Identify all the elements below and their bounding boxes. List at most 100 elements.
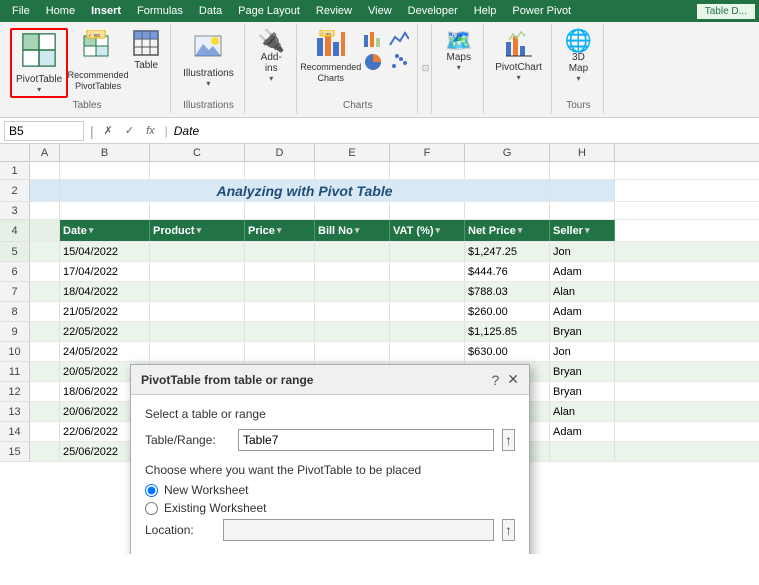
rownum-5[interactable]: 5 bbox=[0, 242, 30, 262]
cell-6-seller[interactable]: Adam bbox=[550, 262, 615, 281]
col-header-D[interactable]: D bbox=[245, 144, 315, 161]
table-range-input[interactable] bbox=[238, 429, 494, 451]
col-header-C[interactable]: C bbox=[150, 144, 245, 161]
col-header-H[interactable]: H bbox=[550, 144, 615, 161]
rownum-9[interactable]: 9 bbox=[0, 322, 30, 342]
recommended-pivottables-button[interactable]: ✓ rec RecommendedPivotTables bbox=[72, 28, 124, 94]
rownum-2[interactable]: 2 bbox=[0, 180, 30, 202]
cell-15-A[interactable] bbox=[30, 442, 60, 461]
cell-9-billno[interactable] bbox=[315, 322, 390, 341]
location-input[interactable] bbox=[223, 519, 494, 541]
rownum-4[interactable]: 4 bbox=[0, 220, 30, 242]
addins-button[interactable]: 🔌 Add-ins ▾ bbox=[253, 28, 289, 85]
header-vat[interactable]: VAT (%) ▾ bbox=[390, 220, 465, 241]
cell-5-netprice[interactable]: $1,247.25 bbox=[465, 242, 550, 261]
cell-1-H[interactable] bbox=[550, 162, 615, 179]
dialog-close-button[interactable]: ✕ bbox=[507, 371, 519, 388]
col-header-E[interactable]: E bbox=[315, 144, 390, 161]
rownum-15[interactable]: 15 bbox=[0, 442, 30, 462]
cell-6-vat[interactable] bbox=[390, 262, 465, 281]
cell-3-D[interactable] bbox=[245, 202, 315, 219]
cell-6-price[interactable] bbox=[245, 262, 315, 281]
cell-2-A[interactable] bbox=[30, 180, 60, 201]
menu-developer[interactable]: Developer bbox=[400, 3, 466, 19]
cell-13-A[interactable] bbox=[30, 402, 60, 421]
cell-10-vat[interactable] bbox=[390, 342, 465, 361]
charts-launcher[interactable]: ⊡ bbox=[420, 24, 433, 113]
menu-data[interactable]: Data bbox=[191, 3, 230, 19]
rownum-1[interactable]: 1 bbox=[0, 162, 30, 180]
menu-help[interactable]: Help bbox=[466, 3, 505, 19]
cell-7-seller[interactable]: Alan bbox=[550, 282, 615, 301]
cell-7-price[interactable] bbox=[245, 282, 315, 301]
cell-9-product[interactable] bbox=[150, 322, 245, 341]
header-price[interactable]: Price ▾ bbox=[245, 220, 315, 241]
menu-review[interactable]: Review bbox=[308, 3, 360, 19]
cell-14-seller[interactable]: Adam bbox=[550, 422, 615, 441]
cell-9-price[interactable] bbox=[245, 322, 315, 341]
cell-14-A[interactable] bbox=[30, 422, 60, 441]
cell-9-netprice[interactable]: $1,125.85 bbox=[465, 322, 550, 341]
header-date[interactable]: Date ▾ bbox=[60, 220, 150, 241]
cell-3-B[interactable] bbox=[60, 202, 150, 219]
cell-6-product[interactable] bbox=[150, 262, 245, 281]
cell-2-H[interactable] bbox=[550, 180, 615, 201]
cell-10-date[interactable]: 24/05/2022 bbox=[60, 342, 150, 361]
cell-5-date[interactable]: 15/04/2022 bbox=[60, 242, 150, 261]
cell-7-A[interactable] bbox=[30, 282, 60, 301]
cell-10-price[interactable] bbox=[245, 342, 315, 361]
cell-13-seller[interactable]: Alan bbox=[550, 402, 615, 421]
cell-6-netprice[interactable]: $444.76 bbox=[465, 262, 550, 281]
col-header-A[interactable]: A bbox=[30, 144, 60, 161]
cell-10-seller[interactable]: Jon bbox=[550, 342, 615, 361]
existing-worksheet-radio[interactable] bbox=[145, 502, 158, 515]
cell-10-product[interactable] bbox=[150, 342, 245, 361]
new-worksheet-radio[interactable] bbox=[145, 484, 158, 497]
cell-8-price[interactable] bbox=[245, 302, 315, 321]
menu-table-tab[interactable]: Table D... bbox=[697, 4, 755, 19]
illustrations-button[interactable]: Illustrations ▾ bbox=[179, 28, 238, 90]
menu-view[interactable]: View bbox=[360, 3, 400, 19]
cell-10-A[interactable] bbox=[30, 342, 60, 361]
location-picker-icon[interactable]: ↑ bbox=[502, 519, 515, 541]
cell-3-G[interactable] bbox=[465, 202, 550, 219]
cell-1-E[interactable] bbox=[315, 162, 390, 179]
cell-9-vat[interactable] bbox=[390, 322, 465, 341]
pivottable-button[interactable]: PivotTable ▾ bbox=[10, 28, 68, 98]
confirm-formula-icon[interactable]: ✓ bbox=[121, 124, 138, 137]
col-header-B[interactable]: B bbox=[60, 144, 150, 161]
menu-file[interactable]: File bbox=[4, 3, 38, 19]
cell-8-billno[interactable] bbox=[315, 302, 390, 321]
cell-7-netprice[interactable]: $788.03 bbox=[465, 282, 550, 301]
pie-chart-button[interactable] bbox=[361, 52, 385, 72]
header-seller[interactable]: Seller ▾ bbox=[550, 220, 615, 241]
cell-6-billno[interactable] bbox=[315, 262, 390, 281]
bar-chart-button[interactable] bbox=[361, 30, 385, 50]
cell-7-date[interactable]: 18/04/2022 bbox=[60, 282, 150, 301]
cell-1-D[interactable] bbox=[245, 162, 315, 179]
cell-5-A[interactable] bbox=[30, 242, 60, 261]
menu-formulas[interactable]: Formulas bbox=[129, 3, 191, 19]
header-product[interactable]: Product ▾ bbox=[150, 220, 245, 241]
line-chart-button[interactable] bbox=[387, 30, 411, 50]
cancel-formula-icon[interactable]: ✗ bbox=[100, 124, 117, 137]
header-netprice[interactable]: Net Price ▾ bbox=[465, 220, 550, 241]
cell-5-billno[interactable] bbox=[315, 242, 390, 261]
cell-1-G[interactable] bbox=[465, 162, 550, 179]
rownum-6[interactable]: 6 bbox=[0, 262, 30, 282]
cell-3-H[interactable] bbox=[550, 202, 615, 219]
rownum-11[interactable]: 11 bbox=[0, 362, 30, 382]
cell-8-netprice[interactable]: $260.00 bbox=[465, 302, 550, 321]
cell-9-seller[interactable]: Bryan bbox=[550, 322, 615, 341]
rownum-7[interactable]: 7 bbox=[0, 282, 30, 302]
cell-4-A[interactable] bbox=[30, 220, 60, 241]
cell-1-F[interactable] bbox=[390, 162, 465, 179]
rownum-3[interactable]: 3 bbox=[0, 202, 30, 220]
3dmap-button[interactable]: 🌐 3DMap ▾ bbox=[560, 28, 596, 85]
cell-1-A[interactable] bbox=[30, 162, 60, 179]
formula-input[interactable]: Date bbox=[174, 124, 755, 138]
cell-10-billno[interactable] bbox=[315, 342, 390, 361]
cell-9-date[interactable]: 22/05/2022 bbox=[60, 322, 150, 341]
cell-11-seller[interactable]: Bryan bbox=[550, 362, 615, 381]
insert-function-icon[interactable]: fx bbox=[142, 125, 159, 137]
